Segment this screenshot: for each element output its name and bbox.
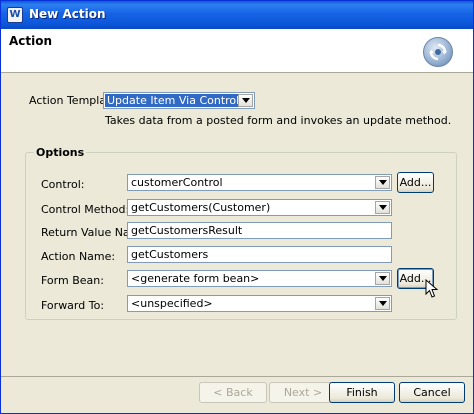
action-name-value: getCustomers bbox=[131, 248, 209, 261]
next-button[interactable]: Next > bbox=[269, 382, 337, 403]
window-title: New Action bbox=[29, 7, 106, 21]
control-method-select[interactable]: getCustomers(Customer) bbox=[127, 199, 392, 216]
control-value: customerControl bbox=[131, 176, 223, 189]
action-template-select[interactable]: Update Item Via Control bbox=[103, 92, 255, 109]
add-control-button[interactable]: Add... bbox=[397, 172, 434, 193]
chevron-down-icon[interactable] bbox=[238, 94, 253, 107]
finish-button[interactable]: Finish bbox=[329, 382, 395, 403]
chevron-down-icon[interactable] bbox=[375, 201, 390, 214]
action-name-label: Action Name: bbox=[41, 250, 116, 263]
options-legend: Options bbox=[34, 146, 87, 159]
return-value-name-value: getCustomersResult bbox=[131, 224, 243, 237]
action-name-input[interactable]: getCustomers bbox=[127, 246, 392, 263]
page-heading: Action bbox=[9, 34, 53, 48]
control-method-label: Control Method: bbox=[41, 203, 130, 216]
cancel-button[interactable]: Cancel bbox=[399, 382, 465, 403]
forward-to-value: <unspecified> bbox=[131, 297, 213, 310]
new-action-dialog: W New Action Action Action Template: Upd… bbox=[0, 0, 474, 414]
control-label: Control: bbox=[41, 178, 85, 191]
form-bean-select[interactable]: <generate form bean> bbox=[127, 270, 392, 287]
forward-to-select[interactable]: <unspecified> bbox=[127, 295, 392, 312]
control-select[interactable]: customerControl bbox=[127, 174, 392, 191]
chevron-down-icon[interactable] bbox=[375, 297, 390, 310]
back-button[interactable]: < Back bbox=[199, 382, 267, 403]
forward-to-label: Forward To: bbox=[41, 299, 105, 312]
form-bean-label: Form Bean: bbox=[41, 274, 104, 287]
chevron-down-icon[interactable] bbox=[375, 176, 390, 189]
control-method-value: getCustomers(Customer) bbox=[131, 201, 271, 214]
chevron-down-icon[interactable] bbox=[375, 272, 390, 285]
wizard-header: Action bbox=[1, 29, 473, 73]
form-bean-value: <generate form bean> bbox=[131, 272, 260, 285]
title-bar[interactable]: W New Action bbox=[1, 1, 473, 29]
mouse-pointer-icon bbox=[425, 278, 439, 299]
wizard-refresh-icon bbox=[423, 37, 453, 67]
app-logo-icon: W bbox=[7, 7, 23, 23]
action-template-description: Takes data from a posted form and invoke… bbox=[105, 114, 452, 127]
return-value-name-input[interactable]: getCustomersResult bbox=[127, 222, 392, 239]
action-template-value: Update Item Via Control bbox=[105, 94, 242, 107]
